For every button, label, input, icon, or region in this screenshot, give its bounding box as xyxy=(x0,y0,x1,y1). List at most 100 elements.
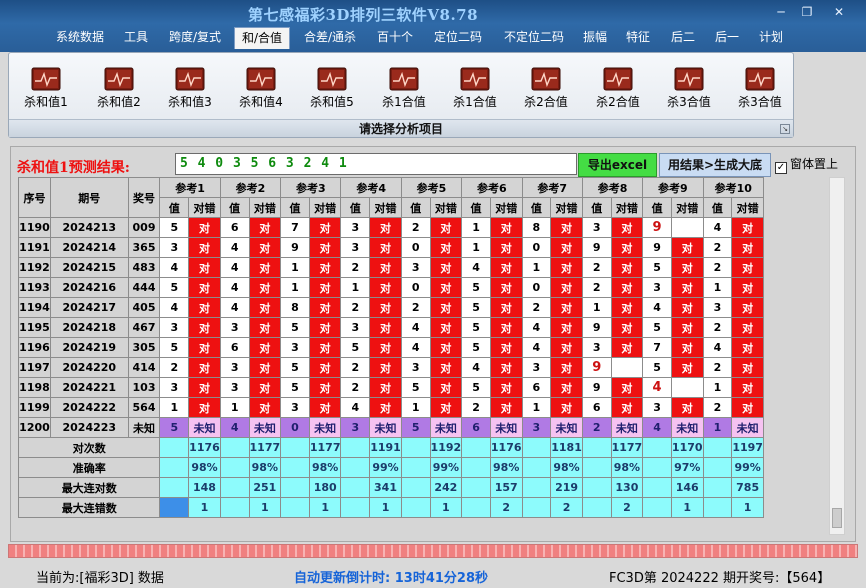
menu-plan[interactable]: 计划 xyxy=(754,27,788,49)
stats-spacer xyxy=(461,477,491,498)
generate-base-button[interactable]: 用结果>生成大底 xyxy=(659,153,771,177)
prediction-row[interactable]: 1200 2024223 未知 5 未知 4 未知 0 未知 3 未知 5 未知 6 未知 3 未知 2 未知 4 未知… xyxy=(18,417,764,438)
menu-pos-two[interactable]: 定位二码 xyxy=(428,27,488,49)
ribbon-tool-1[interactable]: 杀和值1 xyxy=(13,67,79,119)
prediction-unknown: 未知 xyxy=(369,417,402,438)
cell-value: 3 xyxy=(219,317,250,338)
cell-check: 对 xyxy=(188,237,221,258)
result-field[interactable]: 5 4 0 3 5 6 3 2 4 1 xyxy=(175,153,577,175)
stats-value: 98% xyxy=(550,457,583,478)
cell-value: 1 xyxy=(521,397,552,418)
ribbon-tool-5[interactable]: 杀和值5 xyxy=(299,67,365,119)
ribbon-tool-4[interactable]: 杀和值4 xyxy=(228,67,294,119)
cell-check: 对 xyxy=(308,257,342,278)
table-row[interactable]: 1192 2024215 483 4 对 4 对 1 对 2 对 3 对 4 对 1 对 2 对 5 对 2 对 xyxy=(18,257,764,278)
cell-value: 2 xyxy=(581,257,612,278)
cell-check: 对 xyxy=(731,377,764,398)
cell-value: 4 xyxy=(340,397,371,418)
cell-check: 对 xyxy=(550,357,583,378)
menu-system-data[interactable]: 系统数据 xyxy=(50,27,110,49)
cell-value: 4 xyxy=(461,257,491,278)
table-row[interactable]: 1199 2024222 564 1 对 1 对 3 对 4 对 1 对 2 对 1 对 6 对 3 对 2 对 xyxy=(18,397,764,418)
ribbon-tool-7[interactable]: 杀1合值 xyxy=(442,67,508,119)
table-row[interactable]: 1195 2024218 467 3 对 3 对 5 对 3 对 4 对 5 对 4 对 9 对 5 对 2 对 xyxy=(18,317,764,338)
prediction-value: 3 xyxy=(340,417,371,438)
table-row[interactable]: 1196 2024219 305 5 对 6 对 3 对 5 对 4 对 5 对 4 对 3 对 7 对 4 对 xyxy=(18,337,764,358)
menu-last-one[interactable]: 后一 xyxy=(710,27,744,49)
table-row[interactable]: 1194 2024217 405 4 对 4 对 8 对 2 对 2 对 5 对 2 对 1 对 4 对 3 对 xyxy=(18,297,764,318)
chart-pulse-icon xyxy=(531,67,561,91)
stats-spacer xyxy=(219,437,250,458)
cell-value: 5 xyxy=(461,297,491,318)
cell-prize: 103 xyxy=(127,377,161,398)
stats-value: 97% xyxy=(670,457,704,478)
vertical-scrollbar[interactable] xyxy=(829,177,845,535)
cell-check: 对 xyxy=(369,397,402,418)
restore-icon[interactable]: ❐ xyxy=(796,4,818,20)
cell-check: 对 xyxy=(489,297,523,318)
checkmark-icon[interactable]: ✓ xyxy=(775,162,787,174)
cell-value: 3 xyxy=(280,397,310,418)
stats-value: 180 xyxy=(308,477,342,498)
cell-issue: 2024218 xyxy=(49,317,129,338)
cell-value: 7 xyxy=(642,337,672,358)
minimize-icon[interactable]: ─ xyxy=(770,4,792,20)
scrollbar-thumb[interactable] xyxy=(832,508,842,528)
table-row[interactable]: 1190 2024213 009 5 对 6 对 7 对 3 对 2 对 1 对 8 对 3 对 9 4 对 xyxy=(18,217,764,238)
cell-issue: 2024217 xyxy=(49,297,129,318)
cell-value: 1 xyxy=(461,237,491,258)
stats-spacer xyxy=(400,437,431,458)
prediction-unknown: 未知 xyxy=(489,417,523,438)
menu-diff-kill[interactable]: 合差/通杀 xyxy=(298,27,362,49)
stats-spacer xyxy=(219,477,250,498)
cell-check: 对 xyxy=(489,257,523,278)
header-ref: 参考10 xyxy=(702,177,764,198)
prediction-value: 2 xyxy=(581,417,612,438)
menu-digits[interactable]: 百十个 xyxy=(372,27,418,49)
header-check: 对错 xyxy=(188,197,221,218)
menu-last-two[interactable]: 后二 xyxy=(666,27,700,49)
stats-spacer xyxy=(461,497,491,518)
ribbon-tool-8[interactable]: 杀2合值 xyxy=(513,67,579,119)
header-ref: 参考5 xyxy=(400,177,463,198)
cell-check: 对 xyxy=(610,237,644,258)
cell-seq: 1198 xyxy=(18,377,51,398)
cell-check: 对 xyxy=(369,297,402,318)
menu-nonpos-two[interactable]: 不定位二码 xyxy=(498,27,570,49)
menu-tools[interactable]: 工具 xyxy=(118,27,154,49)
cell-value: 3 xyxy=(642,397,672,418)
table-row[interactable]: 1191 2024214 365 3 对 4 对 9 对 3 对 0 对 1 对 0 对 9 对 9 对 2 对 xyxy=(18,237,764,258)
menu-sum-active[interactable]: 和/合值 xyxy=(234,27,290,49)
cell-value: 2 xyxy=(702,357,733,378)
ribbon-tool-9[interactable]: 杀2合值 xyxy=(585,67,651,119)
cell-check: 对 xyxy=(670,317,704,338)
cell-check: 对 xyxy=(731,257,764,278)
ribbon-tool-11[interactable]: 杀3合值 xyxy=(727,67,793,119)
export-excel-button[interactable]: 导出excel xyxy=(578,153,657,177)
ribbon-tool-label: 杀和值5 xyxy=(310,95,354,109)
menu-amplitude[interactable]: 振幅 xyxy=(578,27,612,49)
cell-check: 对 xyxy=(610,297,644,318)
ribbon-tool-3[interactable]: 杀和值3 xyxy=(157,67,223,119)
chart-pulse-icon xyxy=(31,67,61,91)
ribbon-tool-6[interactable]: 杀1合值 xyxy=(371,67,437,119)
table-row[interactable]: 1193 2024216 444 5 对 4 对 1 对 1 对 0 对 5 对 0 对 2 对 3 对 1 对 xyxy=(18,277,764,298)
cell-check: 对 xyxy=(248,317,282,338)
ribbon-tool-10[interactable]: 杀3合值 xyxy=(656,67,722,119)
menu-span[interactable]: 跨度/复式 xyxy=(164,27,226,49)
topmost-checkbox[interactable]: ✓ 窗体置上 xyxy=(775,155,838,174)
table-row[interactable]: 1197 2024220 414 2 对 3 对 5 对 2 对 3 对 4 对 3 对 9 5 对 2 对 xyxy=(18,357,764,378)
table-row[interactable]: 1198 2024221 103 3 对 3 对 5 对 2 对 5 对 5 对 6 对 9 对 4 1 对 xyxy=(18,377,764,398)
chart-pulse-icon xyxy=(603,67,633,91)
header-check: 对错 xyxy=(308,197,342,218)
ribbon-tool-2[interactable]: 杀和值2 xyxy=(86,67,152,119)
cell-value: 4 xyxy=(219,277,250,298)
cell-value: 9 xyxy=(581,357,612,378)
stats-value: 146 xyxy=(670,477,704,498)
cell-check: 对 xyxy=(188,377,221,398)
cell-seq: 1194 xyxy=(18,297,51,318)
ribbon-launcher-icon[interactable]: ↘ xyxy=(780,124,790,134)
close-icon[interactable]: ✕ xyxy=(828,4,850,20)
stats-spacer xyxy=(461,457,491,478)
menu-feature[interactable]: 特征 xyxy=(620,27,656,49)
